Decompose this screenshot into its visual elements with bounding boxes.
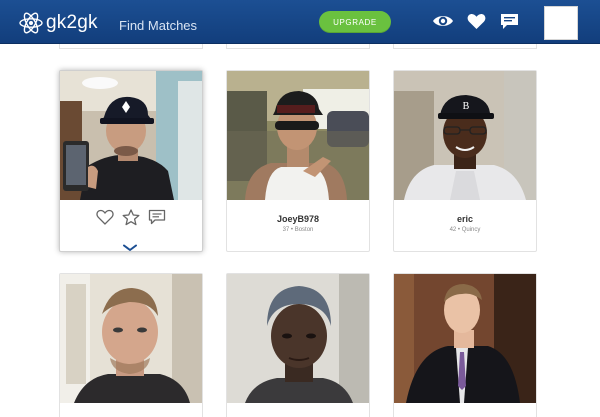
profile-photo[interactable]: B [394,71,536,200]
profile-photo-image [227,274,369,403]
profile-photo-image [60,274,202,403]
profile-photo[interactable] [227,274,369,403]
profile-photo[interactable] [394,274,536,403]
previous-card-edge [393,44,537,49]
profile-photo[interactable] [227,71,369,200]
previous-card-edge [226,44,370,49]
logo-text: gk2gk [46,12,98,33]
heart-outline-icon[interactable] [96,209,114,226]
message-outline-icon[interactable] [148,209,166,226]
profile-photo-image [60,71,202,200]
nav-find-matches[interactable]: Find Matches [119,18,197,33]
profile-photo[interactable] [60,274,202,403]
match-card[interactable] [393,273,537,417]
upgrade-button[interactable]: UPGRADE [319,11,391,33]
logo[interactable]: gk2gk [18,10,98,36]
profile-photo-image: B [394,71,536,200]
card-actions [60,209,202,226]
profile-photo-image [227,71,369,200]
previous-card-edge [59,44,203,49]
chat-icon[interactable] [500,13,519,31]
top-nav-bar: gk2gk Find Matches UPGRADE [0,0,600,44]
profile-photo-image [394,274,536,403]
match-age-location: 37 • Boston [282,227,314,233]
profile-photo[interactable] [60,71,202,200]
match-name[interactable]: JoeyB978 [227,214,369,224]
atom-icon [18,10,44,36]
match-card[interactable] [226,273,370,417]
eye-icon[interactable] [432,13,454,29]
match-age-location: 42 • Quincy [449,227,481,233]
match-card[interactable]: B eric 42 • Quincy [393,70,537,252]
match-card[interactable] [59,273,203,417]
chevron-down-icon[interactable] [122,239,138,257]
match-name[interactable]: eric [394,214,536,224]
user-avatar[interactable] [544,6,578,40]
match-card[interactable] [59,70,203,252]
heart-icon[interactable] [467,13,486,30]
svg-text:B: B [463,101,470,112]
match-card[interactable]: JoeyB978 37 • Boston [226,70,370,252]
star-outline-icon[interactable] [122,209,140,226]
